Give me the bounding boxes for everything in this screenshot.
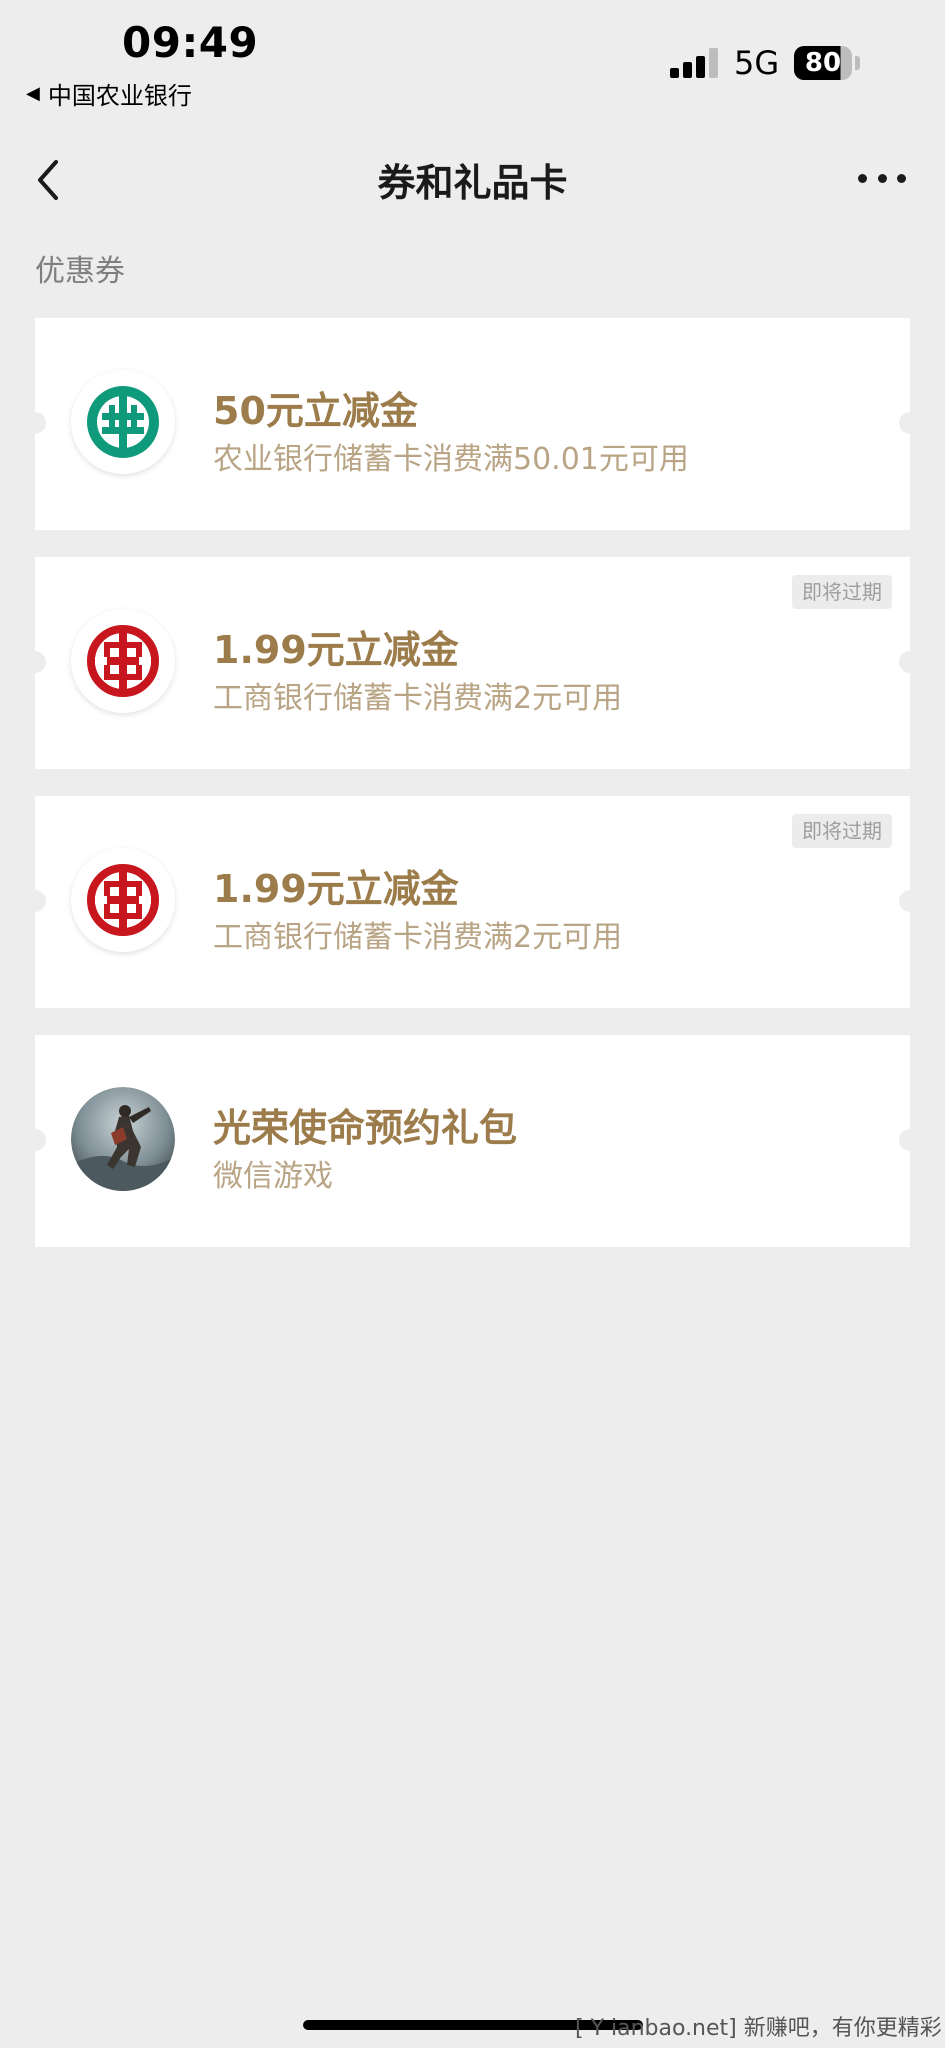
card-notch	[24, 412, 46, 434]
battery-level: 80	[804, 48, 842, 78]
expiring-badge: 即将过期	[792, 814, 892, 848]
card-notch	[899, 890, 921, 912]
back-to-app[interactable]: ◀ 中国农业银行	[26, 76, 192, 111]
gift-card[interactable]: 光荣使命预约礼包 微信游戏	[24, 1035, 921, 1247]
coupon-card[interactable]: 50元立减金 农业银行储蓄卡消费满50.01元可用	[24, 318, 921, 530]
more-options-icon[interactable]	[858, 170, 906, 186]
back-app-label: 中国农业银行	[47, 82, 192, 110]
card-notch	[24, 1129, 46, 1151]
card-notch	[24, 651, 46, 673]
card-notch	[24, 890, 46, 912]
card-notch	[899, 412, 921, 434]
card-notch	[899, 651, 921, 673]
status-time: 09:49	[122, 18, 259, 67]
back-triangle-icon: ◀	[26, 83, 40, 104]
watermark-text: [ Y ianbao.net] 新赚吧，有你更精彩！	[575, 2016, 945, 2041]
coupon-title: 1.99元立减金	[213, 867, 459, 911]
gift-title: 光荣使命预约礼包	[213, 1106, 518, 1150]
coupon-condition: 工商银行储蓄卡消费满2元可用	[213, 681, 623, 716]
network-type: 5G	[734, 44, 780, 82]
game-avatar-icon	[71, 1087, 175, 1191]
card-notch	[899, 1129, 921, 1151]
page-title: 券和礼品卡	[377, 161, 568, 205]
battery-icon: 80	[794, 46, 852, 80]
coupon-condition: 工商银行储蓄卡消费满2元可用	[213, 920, 623, 955]
abc-bank-logo-icon	[71, 370, 175, 474]
coupon-title: 50元立减金	[213, 389, 418, 433]
gift-source: 微信游戏	[213, 1159, 333, 1194]
coupon-title: 1.99元立减金	[213, 628, 459, 672]
coupon-card[interactable]: 即将过期 1.99元立减金 工商银行储蓄卡消费满2元可用	[24, 557, 921, 769]
section-label: 优惠券	[35, 254, 125, 289]
icbc-logo-icon	[71, 848, 175, 952]
coupon-condition: 农业银行储蓄卡消费满50.01元可用	[213, 442, 689, 477]
battery-tip	[855, 56, 860, 70]
cellular-signal-icon	[670, 48, 720, 78]
coupon-card[interactable]: 即将过期 1.99元立减金 工商银行储蓄卡消费满2元可用	[24, 796, 921, 1008]
expiring-badge: 即将过期	[792, 575, 892, 609]
icbc-logo-icon	[71, 609, 175, 713]
